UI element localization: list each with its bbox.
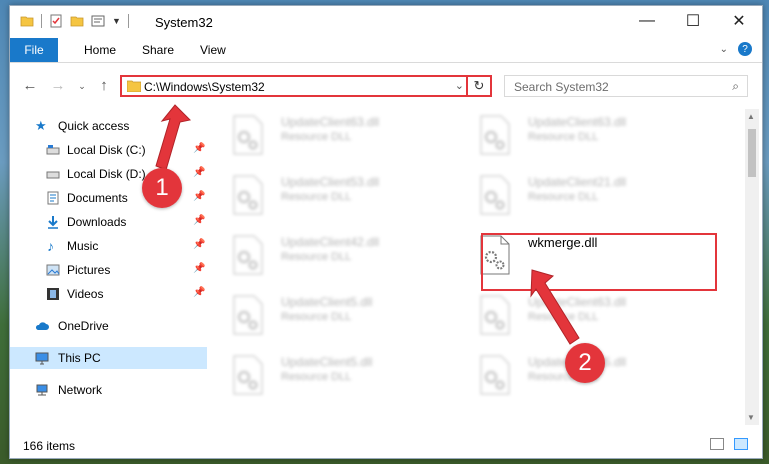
annotation-arrows bbox=[155, 104, 580, 345]
arrow-1 bbox=[155, 104, 192, 171]
arrow-2 bbox=[530, 269, 580, 345]
step-badge-1: 1 bbox=[142, 168, 182, 208]
step-badge-2: 2 bbox=[565, 343, 605, 383]
